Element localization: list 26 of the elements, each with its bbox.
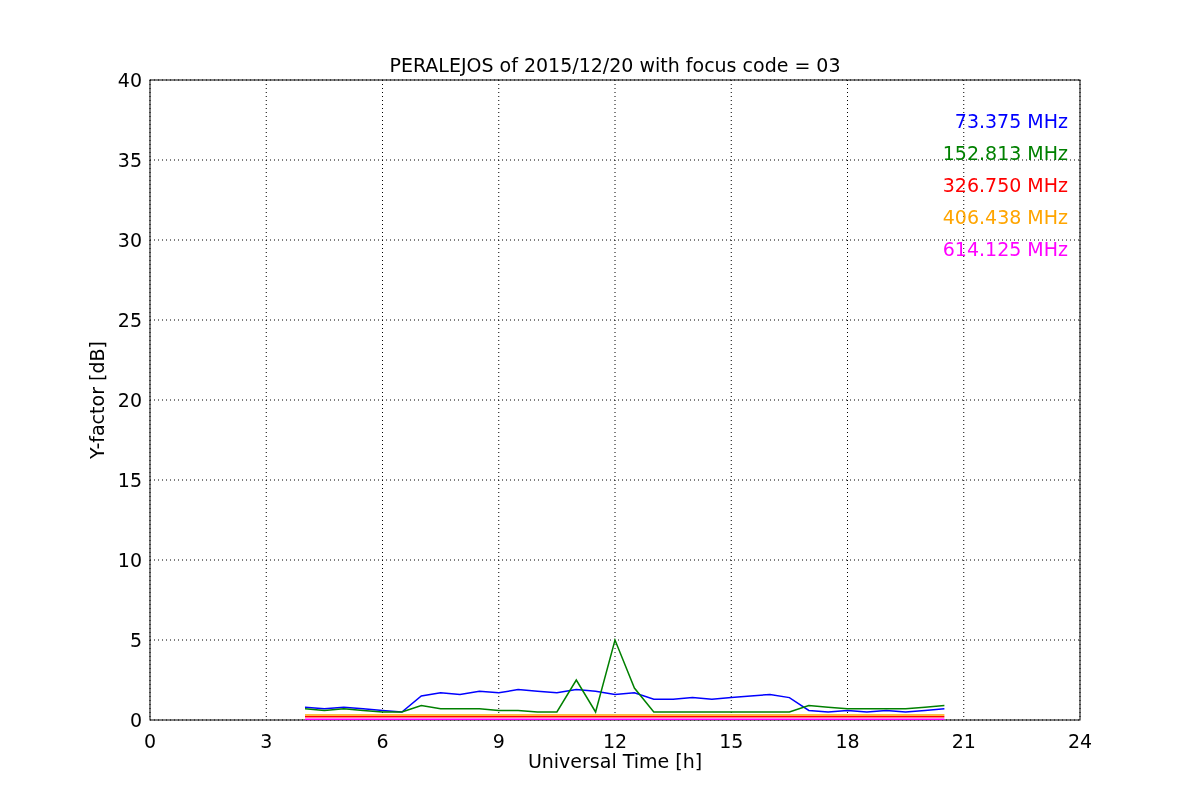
- tick-label: 20: [117, 389, 142, 411]
- axis-label: Y-factor [dB]: [86, 341, 108, 459]
- tick-label: 5: [129, 629, 142, 651]
- tick-label: 12: [602, 730, 628, 752]
- tick-label: 15: [719, 730, 744, 752]
- tick-label: 9: [492, 730, 505, 752]
- tick-label: 0: [143, 730, 157, 752]
- tick-label: 30: [117, 229, 142, 251]
- legend-label: 406.438 MHz: [942, 206, 1068, 228]
- tick-label: 21: [951, 730, 976, 752]
- tick-label: 40: [117, 69, 142, 91]
- tick-label: 10: [117, 549, 142, 571]
- tick-label: 18: [835, 730, 860, 752]
- legend-label: 326.750 MHz: [942, 174, 1068, 196]
- legend-label: 614.125 MHz: [942, 238, 1068, 260]
- tick-label: 15: [117, 469, 142, 491]
- tick-label: 3: [260, 730, 273, 752]
- legend-label: 152.813 MHz: [942, 142, 1068, 164]
- tick-label: 24: [1067, 730, 1093, 752]
- tick-label: 35: [117, 149, 142, 171]
- tick-label: 25: [117, 309, 142, 331]
- legend-label: 73.375 MHz: [954, 110, 1068, 132]
- tick-label: 0: [129, 709, 142, 731]
- axis-label: Universal Time [h]: [527, 750, 703, 772]
- chart-title: PERALEJOS of 2015/12/20 with focus code = 03: [389, 54, 841, 76]
- tick-label: 6: [376, 730, 389, 752]
